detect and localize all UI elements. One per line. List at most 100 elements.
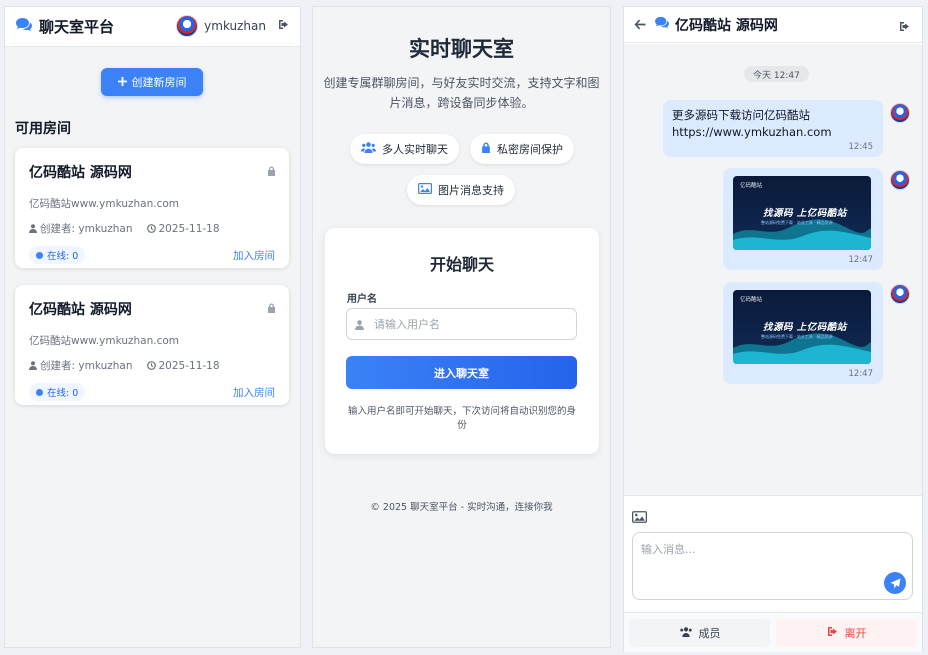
room-card[interactable]: 亿码酷站 源码网 亿码酷站www.ymkuzhan.com 创建者: ymkuz… [15,285,289,405]
send-icon [890,574,901,593]
online-count: 在线: 0 [47,251,79,262]
lock-icon [267,298,276,317]
image-message-bubble[interactable]: 亿码酷站 找源码 上亿码酷站 整站源码免费下载 · 站长工具 · 精品资源 12… [723,168,883,270]
message-time: 12:47 [848,369,874,379]
room-description: 亿码酷站www.ymkuzhan.com [29,198,180,210]
room-date: 2025-11-18 [158,359,220,372]
room-name: 亿码酷站 源码网 [29,302,132,318]
login-card: 开始聊天 用户名 进入聊天室 输入用户名即可开始聊天，下次访问将自动识别您的身份 [325,228,599,454]
sign-out-icon[interactable] [278,19,290,33]
image-icon [418,183,433,197]
join-room-link[interactable]: 加入房间 [233,248,275,263]
online-badge: 在线: 0 [29,246,86,264]
room-footer: 在线: 0 加入房间 [29,246,275,264]
online-dot [36,251,43,259]
leave-button[interactable]: 离开 [776,619,917,647]
sign-out-icon[interactable] [899,17,911,36]
image-headline: 找源码 上亿码酷站 [763,208,847,219]
message-list[interactable]: 今天 12:47 更多源码下载访问亿码酷站 https://www.ymkuzh… [624,44,922,495]
footer-copyright: © 2025 聊天室平台 - 实时沟通，连接你我 [370,502,553,513]
image-subline: 整站源码免费下载 · 站长工具 · 精品资源 [761,220,833,225]
chat-panel: 亿码酷站 源码网 今天 12:47 更多源码下载访问亿码酷站 https://w… [623,6,923,652]
message-bubble[interactable]: 更多源码下载访问亿码酷站 https://www.ymkuzhan.com 12… [663,100,883,157]
user-icon [29,361,37,370]
avatar[interactable] [176,15,199,37]
user-area: ymkuzhan [176,15,290,37]
room-date: 2025-11-18 [158,222,220,235]
message-input[interactable] [641,541,881,571]
username-label: 用户名 [347,294,377,305]
avatar[interactable] [890,103,910,123]
online-count: 在线: 0 [47,388,79,399]
image-subline: 整站源码免费下载 · 站长工具 · 精品资源 [761,334,833,339]
feature-label: 多人实时聊天 [382,143,448,156]
username-field[interactable] [346,308,577,340]
message-image[interactable]: 亿码酷站 找源码 上亿码酷站 整站源码免费下载 · 站长工具 · 精品资源 [733,290,871,364]
room-card[interactable]: 亿码酷站 源码网 亿码酷站www.ymkuzhan.com 创建者: ymkuz… [15,148,289,268]
date-divider: 今天 12:47 [744,66,809,82]
clock-icon [146,224,156,233]
clock-icon [146,361,156,370]
room-footer: 在线: 0 加入房间 [29,383,275,401]
join-room-link[interactable]: 加入房间 [233,385,275,400]
message-time: 12:47 [848,255,874,265]
message-input-box[interactable] [632,532,913,600]
welcome-panel: 实时聊天室 创建专属群聊房间，与好友实时交流，支持文字和图片消息，跨设备同步体验… [312,6,611,648]
username-input[interactable] [374,317,554,331]
leave-label: 离开 [844,627,867,640]
arrow-left-icon[interactable] [634,15,646,34]
members-button[interactable]: 成员 [629,619,770,647]
login-hint: 输入用户名即可开始聊天，下次访问将自动识别您的身份 [347,406,576,431]
avatar[interactable] [890,170,910,190]
feature-private-room: 私密房间保护 [470,134,574,164]
chat-header: 亿码酷站 源码网 [624,7,922,43]
online-dot [36,388,43,396]
room-creator: 创建者: ymkuzhan [40,360,133,372]
chat-title: 亿码酷站 源码网 [654,15,778,35]
username: ymkuzhan [204,19,266,33]
user-icon [355,315,364,334]
comments-icon [15,17,33,36]
lock-icon [481,142,491,156]
image-icon[interactable] [632,508,648,527]
message-time: 12:45 [848,142,874,152]
room-description: 亿码酷站www.ymkuzhan.com [29,335,180,347]
rooms-panel: 聊天室平台 ymkuzhan 创建新房间 可用房间 亿码酷站 源码网 亿码酷站w… [4,6,301,648]
brand: 聊天室平台 [15,16,114,37]
hero-subtitle: 创建专属群聊房间，与好友实时交流，支持文字和图片消息，跨设备同步体验。 [323,76,600,110]
brand-name: 聊天室平台 [39,18,115,36]
feature-multi-chat: 多人实时聊天 [350,134,459,164]
plus-icon [117,76,127,89]
chat-actions: 成员 离开 [624,612,922,652]
online-badge: 在线: 0 [29,383,86,401]
user-icon [29,224,37,233]
feature-label: 图片消息支持 [438,184,504,197]
chat-room-name: 亿码酷站 源码网 [675,17,778,34]
message-composer [624,495,922,612]
room-creator: 创建者: ymkuzhan [40,223,133,235]
left-header: 聊天室平台 ymkuzhan [5,7,300,47]
create-room-button[interactable]: 创建新房间 [101,68,203,96]
available-rooms-title: 可用房间 [15,121,71,137]
feature-image-message: 图片消息支持 [407,175,515,205]
message-text: 更多源码下载访问亿码酷站 https://www.ymkuzhan.com [672,108,832,139]
room-meta: 创建者: ymkuzhan 2025-11-18 [29,358,275,373]
room-name: 亿码酷站 源码网 [29,165,132,181]
image-message-bubble[interactable]: 亿码酷站 找源码 上亿码酷站 整站源码免费下载 · 站长工具 · 精品资源 12… [723,282,883,384]
message-image[interactable]: 亿码酷站 找源码 上亿码酷站 整站源码免费下载 · 站长工具 · 精品资源 [733,176,871,250]
users-icon [361,142,376,156]
create-room-label: 创建新房间 [131,76,187,89]
users-icon [679,626,693,640]
image-logo-text: 亿码酷站 [740,297,763,303]
login-title: 开始聊天 [429,255,494,274]
hero-title: 实时聊天室 [409,37,514,61]
room-meta: 创建者: ymkuzhan 2025-11-18 [29,221,275,236]
members-label: 成员 [698,627,721,640]
feature-label: 私密房间保护 [497,143,563,156]
image-headline: 找源码 上亿码酷站 [763,322,847,333]
enter-chat-button[interactable]: 进入聊天室 [346,356,577,389]
sign-out-icon [827,626,839,640]
avatar[interactable] [890,284,910,304]
lock-icon [267,161,276,180]
send-button[interactable] [884,572,906,594]
